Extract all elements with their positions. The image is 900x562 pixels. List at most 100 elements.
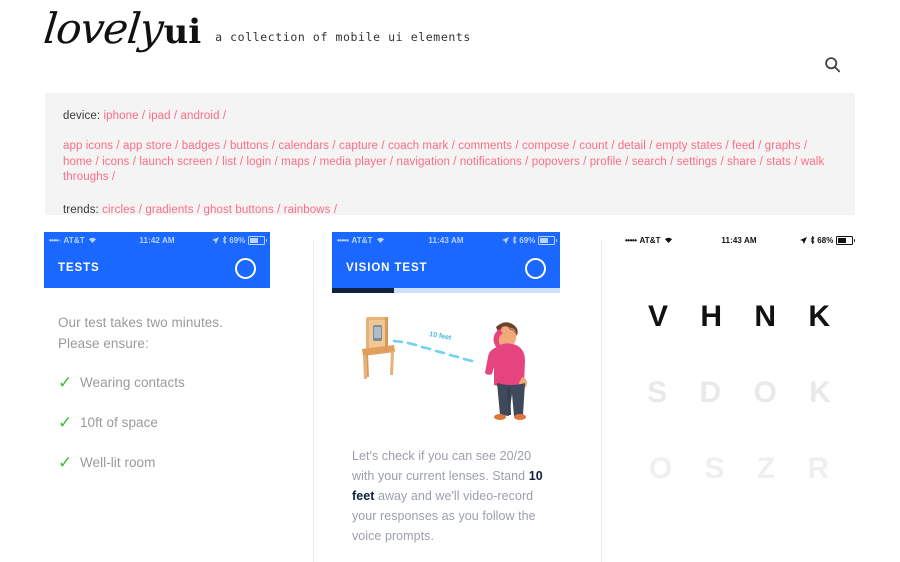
checklist-item: ✓ 10ft of space	[58, 414, 254, 431]
nav-separator: /	[756, 155, 767, 168]
nav-link-popovers[interactable]: popovers	[532, 156, 580, 168]
nav-link-detail[interactable]: detail	[618, 140, 646, 152]
nav-link-feed[interactable]: feed	[732, 140, 755, 152]
nav-link-home[interactable]: home	[63, 156, 92, 168]
nav-link-list[interactable]: list	[222, 156, 236, 168]
circle-ring-icon[interactable]	[525, 257, 546, 279]
nav-link-ipad[interactable]: ipad	[148, 110, 170, 122]
nav-link-coach-mark[interactable]: coach mark	[388, 140, 448, 152]
nav-link-media-player[interactable]: media player	[320, 156, 387, 168]
nav-link-search[interactable]: search	[632, 156, 667, 168]
checklist-item-label: Wearing contacts	[80, 375, 185, 390]
nav-separator: /	[579, 155, 590, 168]
nav-link-empty-states[interactable]: empty states	[656, 140, 722, 152]
nav-link-maps[interactable]: maps	[281, 156, 310, 168]
nav-link-icons[interactable]: icons	[102, 156, 129, 168]
intro-line-2: Please ensure:	[58, 336, 149, 351]
eye-chart-row-1: V H N K	[647, 300, 842, 333]
nav-separator: /	[171, 140, 182, 152]
check-icon: ✓	[58, 413, 73, 432]
nav-link-ghost-buttons[interactable]: ghost buttons	[203, 204, 273, 216]
nav-link-compose[interactable]: compose	[522, 140, 569, 152]
status-bar-right: 69%	[212, 235, 267, 245]
nav-separator: /	[309, 155, 320, 168]
nav-separator: /	[236, 155, 247, 168]
vision-test-screen-body: 10 feet Let's check if you can see 20/20…	[332, 293, 560, 546]
nav-link-buttons[interactable]: buttons	[230, 140, 268, 152]
nav-link-navigation[interactable]: navigation	[397, 156, 450, 168]
screenshot-gallery: ••••◦ AT&T 11:42 AM 69% TESTS Our test t…	[0, 232, 900, 562]
eye-chart-body: V H N K S D O K O S Z R	[620, 248, 858, 486]
logo-primary-text: lovely	[41, 4, 166, 53]
nav-link-share[interactable]: share	[727, 156, 756, 168]
bluetooth-icon	[512, 236, 517, 244]
nav-separator: /	[621, 155, 632, 168]
nav-separator: /	[138, 110, 149, 122]
nav-separator: /	[273, 203, 284, 216]
gallery-item-tests[interactable]: ••••◦ AT&T 11:42 AM 69% TESTS Our test t…	[44, 232, 270, 562]
nav-separator: /	[607, 140, 618, 152]
nav-separator: /	[722, 140, 733, 152]
nav-link-stats[interactable]: stats	[766, 156, 791, 168]
check-icon: ✓	[58, 453, 73, 472]
battery-percent-label: 68%	[817, 235, 834, 245]
site-logo[interactable]: lovely ui a collection of mobile ui elem…	[41, 4, 471, 53]
nav-link-count[interactable]: count	[579, 140, 608, 152]
nav-link-capture[interactable]: capture	[339, 140, 378, 152]
status-bar-right: 69%	[502, 235, 557, 245]
checklist-item: ✓ Wearing contacts	[58, 374, 254, 391]
nav-link-comments[interactable]: comments	[458, 140, 512, 152]
nav-link-badges[interactable]: badges	[182, 140, 220, 152]
checklist-item: ✓ Well-lit room	[58, 454, 254, 471]
logo-secondary-text: ui	[163, 12, 202, 52]
nav-link-graphs[interactable]: graphs	[765, 140, 801, 152]
eye-chart-row-3: O S Z R	[648, 452, 842, 485]
person-10-feet-from-chair-illustration: 10 feet	[362, 317, 527, 420]
nav-link-app-store[interactable]: app store	[123, 140, 172, 152]
gallery-item-vision-test[interactable]: ••••• AT&T 11:43 AM 69% VISION TEST 10 f…	[332, 232, 560, 562]
checklist-item-label: Well-lit room	[80, 455, 156, 470]
nav-link-android[interactable]: android	[181, 110, 220, 122]
nav-link-profile[interactable]: profile	[590, 156, 622, 168]
nav-separator: /	[135, 203, 146, 216]
nav-link-calendars[interactable]: calendars	[278, 140, 329, 152]
device-links: iphone / ipad / android /	[103, 110, 226, 122]
bluetooth-icon	[222, 236, 227, 244]
distance-label: 10 feet	[429, 331, 453, 342]
nav-link-login[interactable]: login	[246, 156, 271, 168]
status-bar-right: 68%	[800, 235, 855, 245]
bluetooth-icon	[810, 236, 815, 244]
search-icon[interactable]	[822, 54, 844, 76]
gallery-item-eye-chart[interactable]: ••••• AT&T 11:43 AM 68% V H N K S D O K O …	[620, 232, 858, 562]
trends-links: circles / gradients / ghost buttons / ra…	[102, 204, 337, 216]
nav-link-notifications[interactable]: notifications	[460, 156, 522, 168]
battery-icon	[836, 235, 855, 245]
nav-link-launch-screen[interactable]: launch screen	[139, 156, 212, 168]
nav-separator: /	[512, 140, 523, 152]
category-links-row: app icons / app store / badges / buttons…	[63, 139, 837, 186]
nav-separator: /	[329, 140, 339, 152]
nav-link-iphone[interactable]: iphone	[103, 110, 138, 122]
circle-ring-icon[interactable]	[235, 257, 256, 279]
app-bar: TESTS	[44, 248, 270, 288]
location-arrow-icon	[800, 236, 808, 244]
nav-link-gradients[interactable]: gradients	[145, 204, 193, 216]
device-filter-row: device: iphone / ipad / android /	[63, 109, 837, 124]
nav-link-settings[interactable]: settings	[677, 156, 717, 168]
intro-line-1: Our test takes two minutes.	[58, 315, 223, 330]
nav-link-circles[interactable]: circles	[102, 204, 135, 216]
status-bar: ••••• AT&T 11:43 AM 69%	[332, 232, 560, 248]
nav-separator: /	[108, 171, 116, 183]
nav-separator: /	[268, 140, 279, 152]
nav-separator: /	[386, 155, 397, 168]
requirements-checklist: ✓ Wearing contacts ✓ 10ft of space ✓ Well-lit…	[58, 374, 254, 471]
nav-link-app-icons[interactable]: app icons	[63, 140, 113, 152]
status-bar: ••••◦ AT&T 11:42 AM 69%	[44, 232, 270, 248]
device-label: device:	[63, 110, 101, 122]
nav-separator: /	[754, 140, 765, 152]
nav-panel: device: iphone / ipad / android / app ic…	[45, 93, 855, 216]
nav-link-rainbows[interactable]: rainbows	[284, 204, 331, 216]
instruction-part-1: Let's check if you can see 20/20 with yo…	[352, 448, 532, 483]
instruction-text: Let's check if you can see 20/20 with yo…	[342, 438, 550, 546]
location-arrow-icon	[212, 236, 220, 244]
